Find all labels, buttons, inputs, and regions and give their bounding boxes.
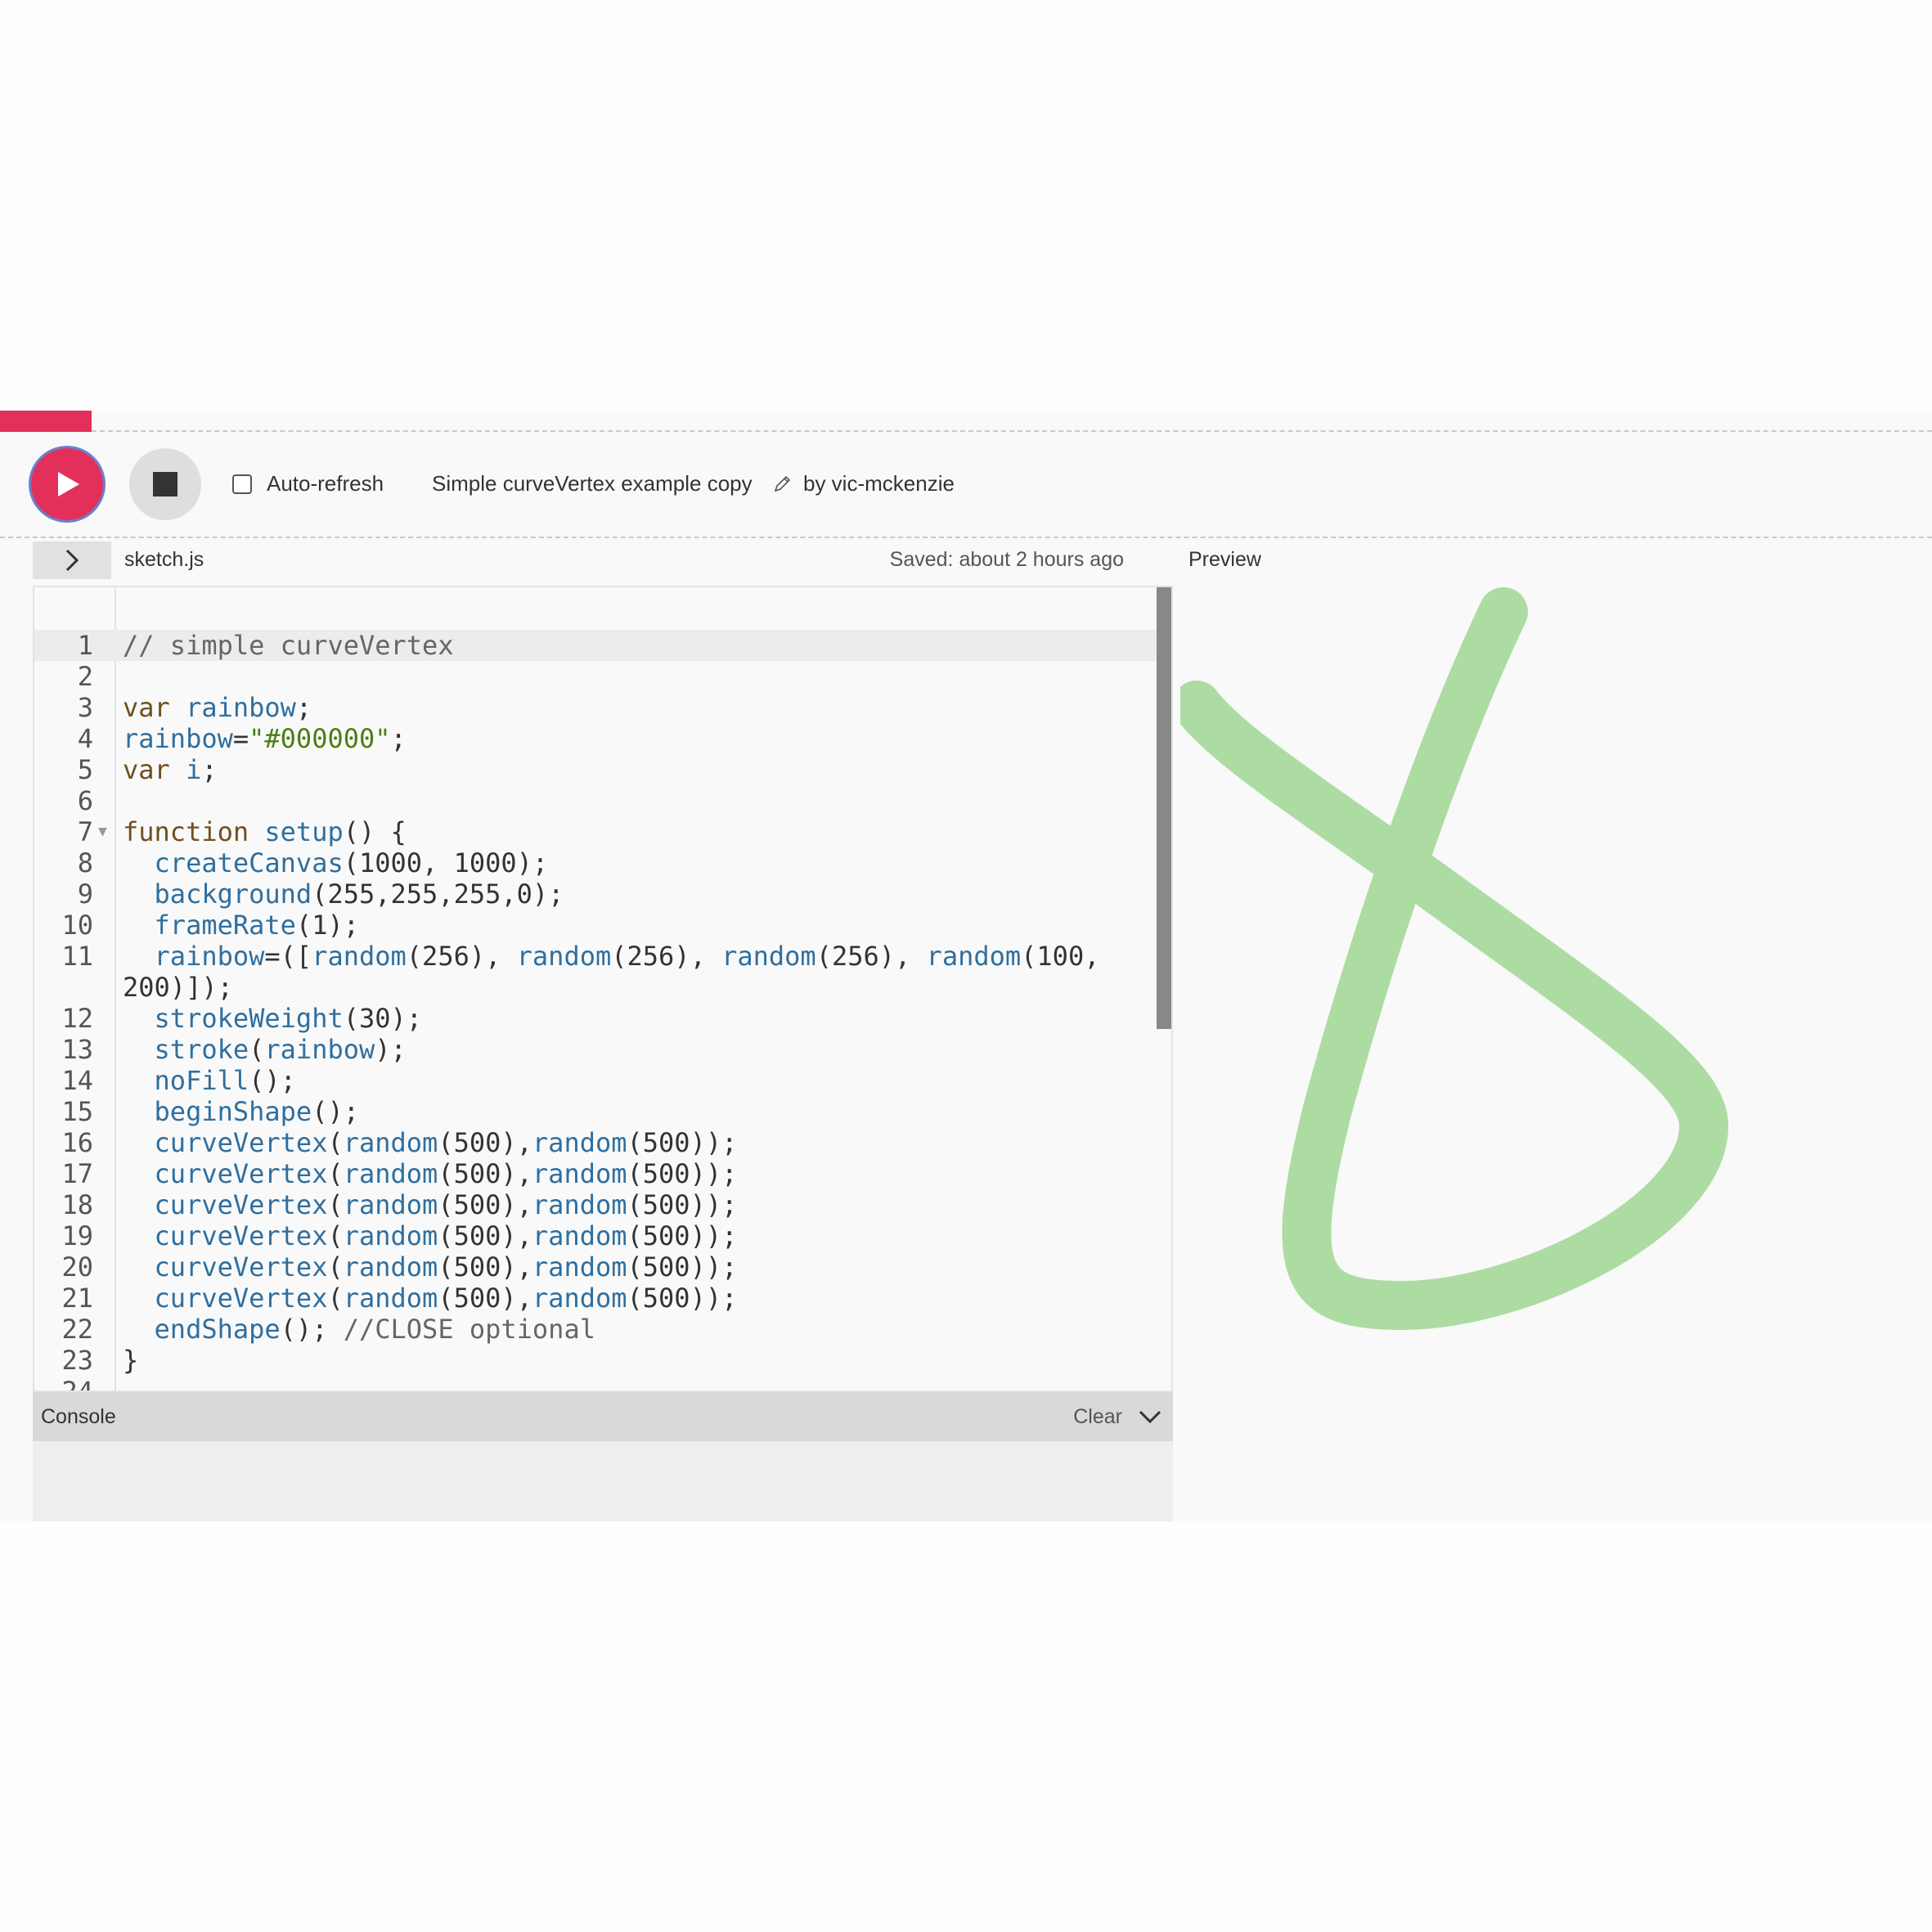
line-number: 21 [61,1283,93,1314]
line-number: 17 [61,1158,93,1189]
code-text: curveVertex(random(500),random(500)); [154,1283,738,1314]
code-line[interactable]: 1 // simple curveVertex [34,630,1158,661]
code-line[interactable]: 11 rainbow=([random(256), random(256), r… [34,941,1158,1003]
code-text: curveVertex(random(500),random(500)); [154,1251,738,1283]
line-number: 24 [61,1376,93,1392]
code-line[interactable]: 10 frameRate(1); [34,910,1158,941]
code-text: background(255,255,255,0); [154,878,564,910]
play-icon [58,472,79,496]
code-text: curveVertex(random(500),random(500)); [154,1220,738,1251]
code-text: } [123,1345,139,1376]
code-editor[interactable]: 1 // simple curveVertex 2 3 var rainbow; 4 rai… [33,586,1173,1392]
line-number: 3 [77,692,93,723]
line-number: 11 [61,941,93,972]
code-line[interactable]: 2 [34,661,1158,692]
line-number: 20 [61,1251,93,1283]
code-line[interactable]: 24 [34,1376,1158,1392]
code-line[interactable]: 19 curveVertex(random(500),random(500)); [34,1220,1158,1251]
code-text: var i; [123,754,218,785]
code-text: var rainbow; [123,692,312,723]
code-text: function setup() { [123,816,407,847]
line-number: 1 [77,630,93,661]
line-number: 19 [61,1220,93,1251]
chevron-right-icon [65,549,79,572]
preview-label: Preview [1188,548,1261,571]
saved-status: Saved: about 2 hours ago [889,548,1124,571]
line-number: 14 [61,1065,93,1096]
editor-scrollbar[interactable] [1157,587,1171,1029]
code-text: curveVertex(random(500),random(500)); [154,1189,738,1220]
code-line[interactable]: 20 curveVertex(random(500),random(500)); [34,1251,1158,1283]
line-number: 8 [77,847,93,878]
code-text: // simple curveVertex [123,630,454,661]
pencil-icon[interactable] [772,474,792,494]
code-line[interactable]: 17 curveVertex(random(500),random(500)); [34,1158,1158,1189]
stop-icon [153,472,177,496]
console-header: Console Clear [33,1392,1173,1441]
code-text: beginShape(); [154,1096,359,1127]
line-number: 22 [61,1314,93,1345]
line-number: 12 [61,1003,93,1034]
preview-drawing [1172,587,1728,1330]
code-line[interactable]: 7 ▼ function setup() { [34,816,1158,847]
code-lines[interactable]: 1 // simple curveVertex 2 3 var rainbow; 4 rai… [34,630,1158,1392]
console-clear-button[interactable]: Clear [1073,1405,1122,1429]
random-curve-stroke [1172,587,1728,1330]
chevron-down-icon[interactable] [1134,1400,1166,1433]
code-line[interactable]: 8 createCanvas(1000, 1000); [34,847,1158,878]
auto-refresh-label: Auto-refresh [267,471,384,496]
expand-sidebar-button[interactable] [33,541,111,579]
console-output [33,1441,1173,1521]
code-text: endShape(); //CLOSE optional [154,1314,595,1345]
sketch-author[interactable]: by vic-mckenzie [803,471,955,496]
line-number: 7 [77,816,93,847]
code-line[interactable]: 12 strokeWeight(30); [34,1003,1158,1034]
stop-button[interactable] [129,448,201,520]
code-line[interactable]: 13 stroke(rainbow); [34,1034,1158,1065]
sketch-title[interactable]: Simple curveVertex example copy [432,471,753,496]
code-text: rainbow=([random(256), random(256), rand… [123,941,1100,1003]
line-number: 13 [61,1034,93,1065]
file-name[interactable]: sketch.js [124,548,204,572]
brand-tab [0,411,92,432]
code-line[interactable]: 22 endShape(); //CLOSE optional [34,1314,1158,1345]
code-text: createCanvas(1000, 1000); [154,847,549,878]
line-number: 10 [61,910,93,941]
line-number: 5 [77,754,93,785]
line-number: 15 [61,1096,93,1127]
line-number: 2 [77,661,93,692]
console-title: Console [41,1405,116,1428]
code-line[interactable]: 14 noFill(); [34,1065,1158,1096]
code-line[interactable]: 5 var i; [34,754,1158,785]
toolbar-bottom-divider [0,537,1932,538]
code-text: strokeWeight(30); [154,1003,423,1034]
code-line[interactable]: 9 background(255,255,255,0); [34,878,1158,910]
line-number: 23 [61,1345,93,1376]
code-text: stroke(rainbow); [154,1034,407,1065]
code-line[interactable]: 16 curveVertex(random(500),random(500)); [34,1127,1158,1158]
code-line[interactable]: 23} [34,1345,1158,1376]
code-text: frameRate(1); [154,910,359,941]
line-number: 9 [77,878,93,910]
code-text: curveVertex(random(500),random(500)); [154,1127,738,1158]
play-button[interactable] [31,448,103,520]
code-line[interactable]: 4 rainbow="#000000"; [34,723,1158,754]
line-number: 4 [77,723,93,754]
line-number: 6 [77,785,93,816]
code-line[interactable]: 3 var rainbow; [34,692,1158,723]
code-text: rainbow="#000000"; [123,723,407,754]
toolbar: Auto-refresh Simple curveVertex example … [0,432,1932,537]
code-line[interactable]: 18 curveVertex(random(500),random(500)); [34,1189,1158,1220]
code-line[interactable]: 15 beginShape(); [34,1096,1158,1127]
editor-app: Auto-refresh Simple curveVertex example … [0,411,1932,1521]
fold-arrow-icon[interactable]: ▼ [98,816,107,847]
code-line[interactable]: 6 [34,785,1158,816]
code-text: curveVertex(random(500),random(500)); [154,1158,738,1189]
preview-canvas [1172,586,1932,1392]
line-number: 16 [61,1127,93,1158]
line-number: 18 [61,1189,93,1220]
auto-refresh-checkbox[interactable] [232,474,252,494]
code-line[interactable]: 21 curveVertex(random(500),random(500)); [34,1283,1158,1314]
code-text: noFill(); [154,1065,296,1096]
